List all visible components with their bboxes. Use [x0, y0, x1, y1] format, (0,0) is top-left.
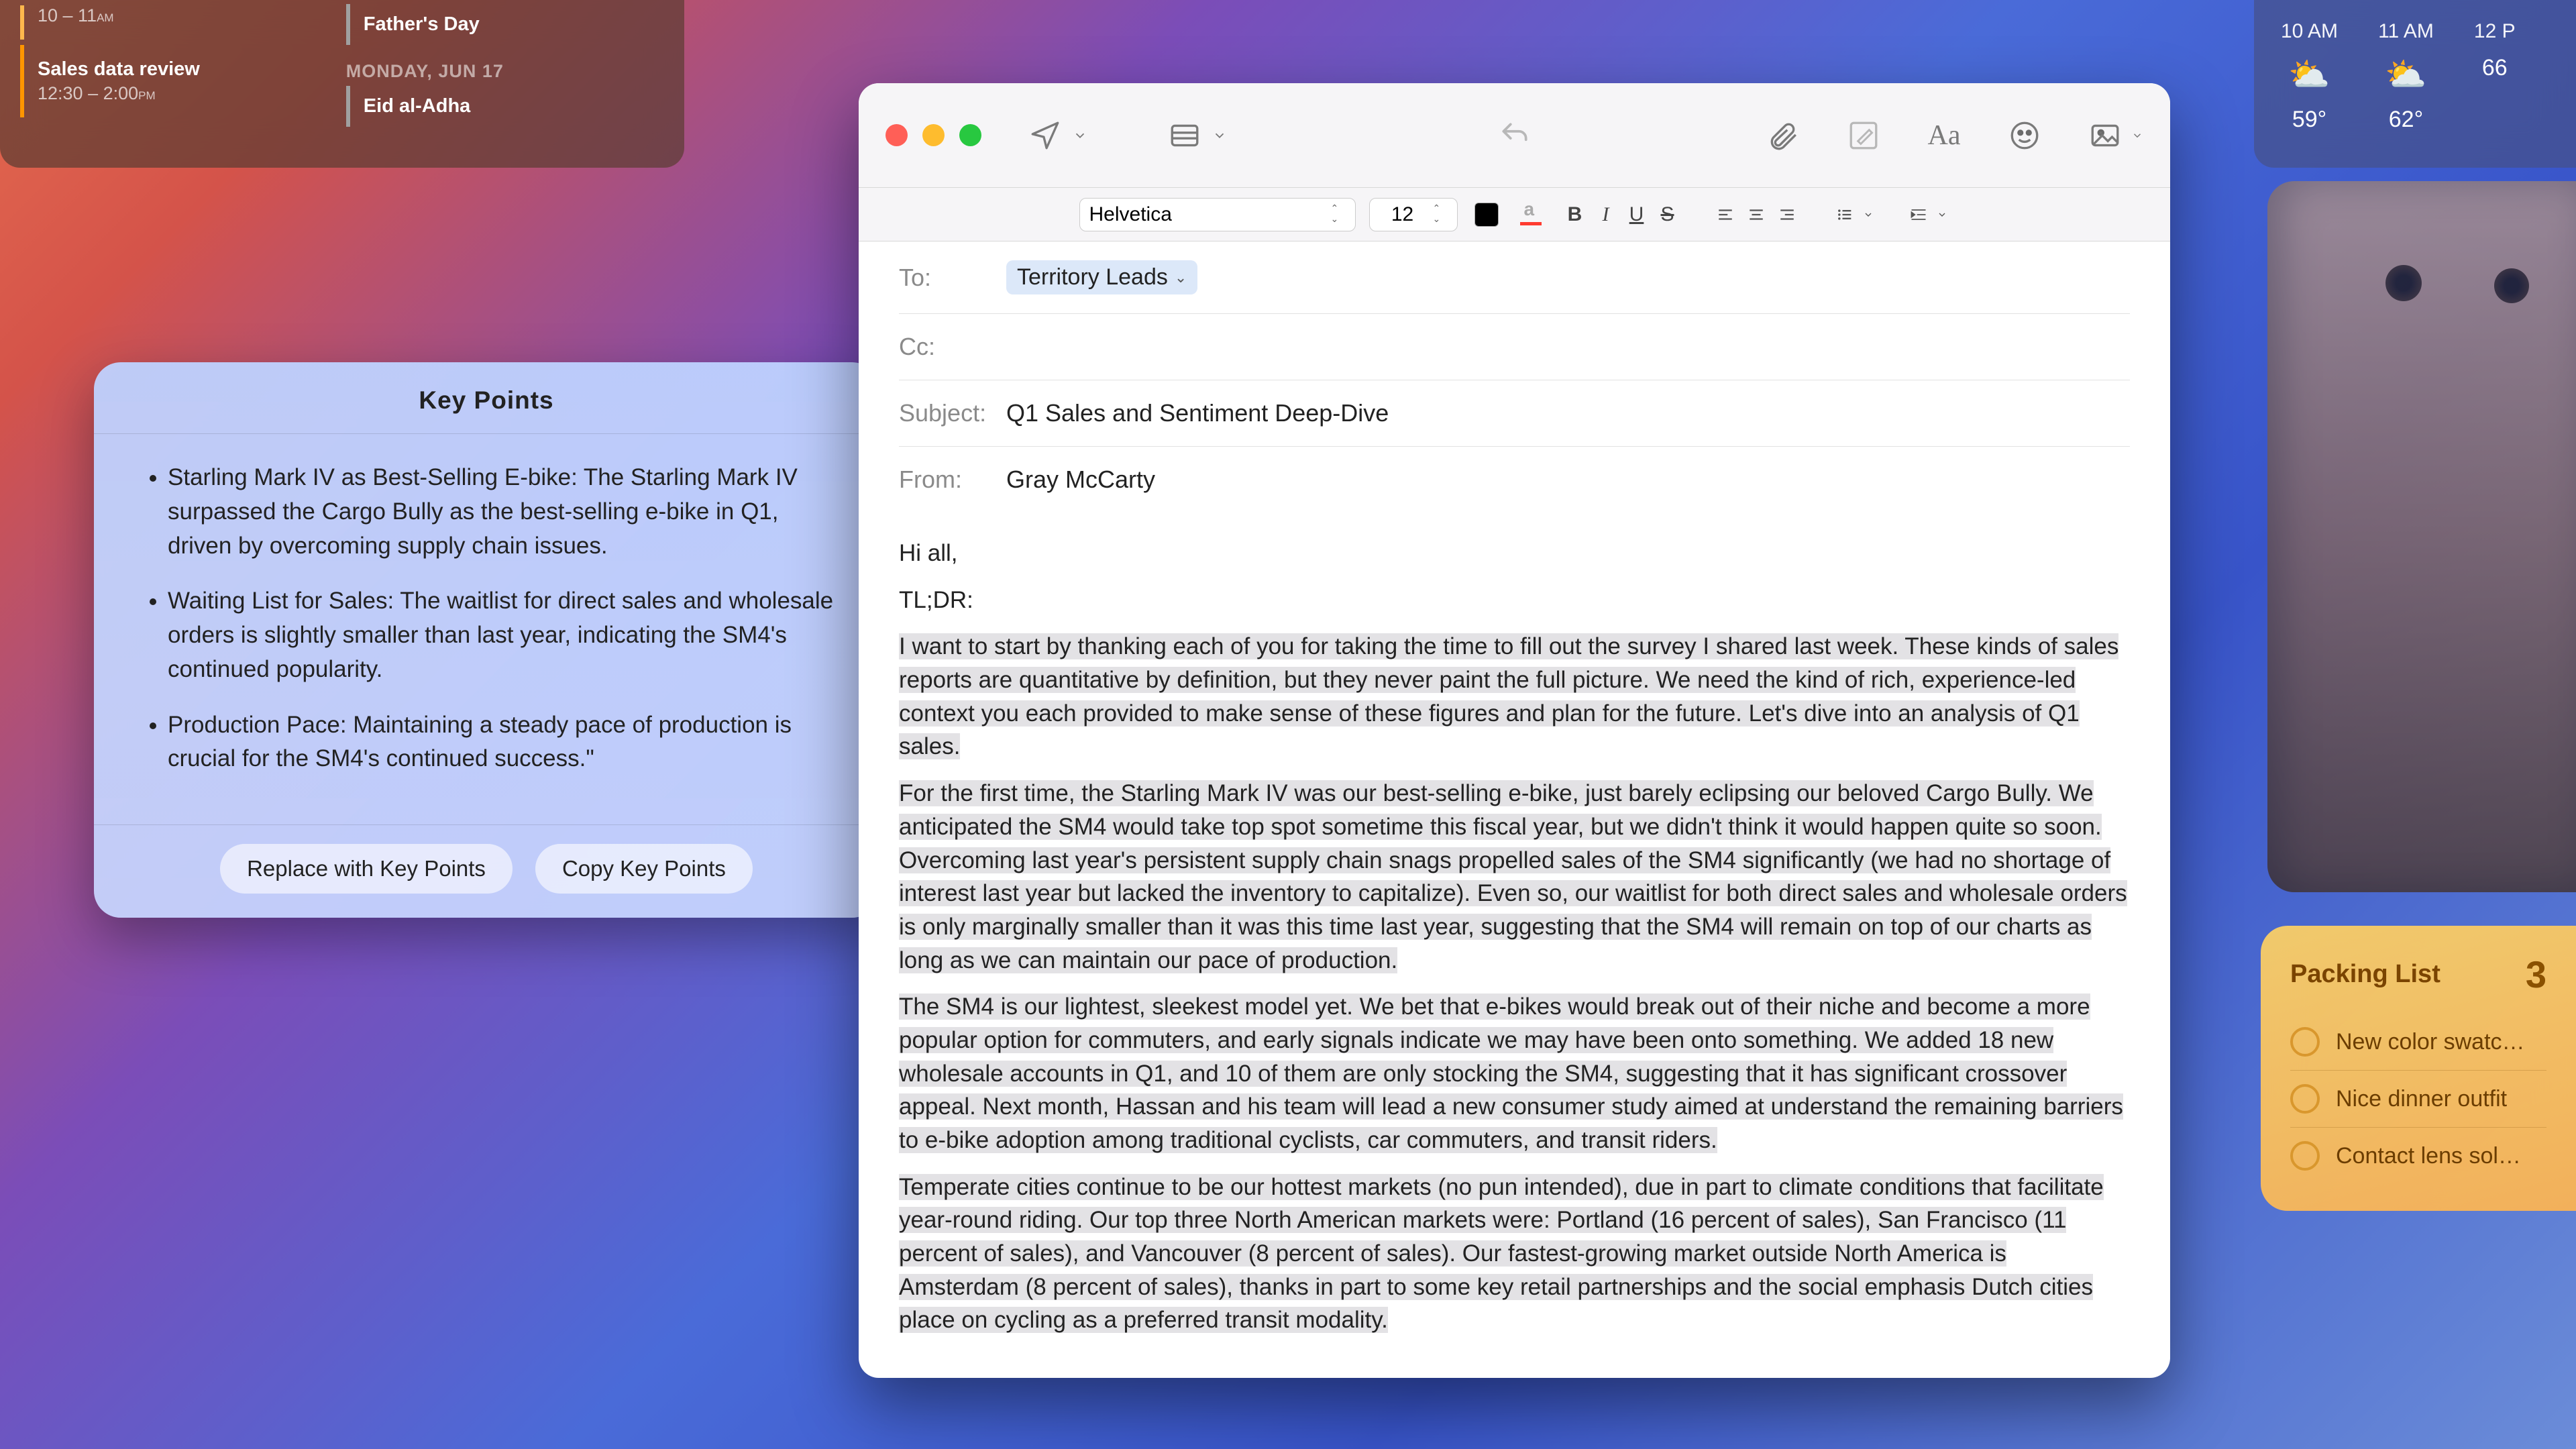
popup-title: Key Points [94, 362, 879, 434]
holiday-item[interactable]: Father's Day [346, 4, 664, 45]
checkbox-circle[interactable] [2290, 1084, 2320, 1114]
body-paragraph: For the first time, the Starling Mark IV… [899, 780, 2127, 973]
window-toolbar: Aa [859, 83, 2170, 188]
key-point-item: Production Pace: Maintaining a steady pa… [168, 708, 839, 777]
calendar-event[interactable]: Sales data review 12:30 – 2:00PM [20, 45, 329, 117]
insert-photo-dropdown[interactable] [2126, 119, 2143, 152]
weather-hour: 12 P 66 [2474, 20, 2516, 148]
checkbox-circle[interactable] [2290, 1141, 2320, 1171]
align-center-button[interactable] [1741, 199, 1772, 230]
insert-photo-icon[interactable] [2088, 119, 2122, 152]
calendar-widget[interactable]: 10 – 11AM Sales data review 12:30 – 2:00… [0, 0, 684, 168]
reminder-text: New color swatc… [2336, 1029, 2525, 1055]
font-select[interactable]: Helvetica ⌃⌄ [1079, 198, 1356, 231]
bold-button[interactable]: B [1560, 199, 1591, 230]
text-style-color-button[interactable]: a [1515, 199, 1546, 230]
cc-label: Cc: [899, 333, 1006, 361]
from-value[interactable]: Gray McCarty [1006, 466, 2130, 494]
chevron-down-icon[interactable]: ⌄ [1175, 269, 1187, 286]
weather-widget[interactable]: 10 AM ⛅ 59° 11 AM ⛅ 62° 12 P 66 [2254, 0, 2576, 168]
header-fields-dropdown[interactable] [1207, 119, 1227, 152]
body-paragraph: Temperate cities continue to be our hott… [899, 1174, 2104, 1334]
weather-hour: 11 AM ⛅ 62° [2378, 20, 2434, 148]
emoji-icon[interactable] [2008, 119, 2041, 152]
markup-icon[interactable] [1847, 119, 1880, 152]
font-size-select[interactable]: 12 ⌃⌄ [1369, 198, 1458, 231]
cc-field-row[interactable]: Cc: [899, 314, 2130, 380]
key-point-item: Starling Mark IV as Best-Selling E-bike:… [168, 461, 839, 563]
italic-button[interactable]: I [1591, 199, 1621, 230]
date-label: MONDAY, JUN 17 [346, 61, 664, 82]
align-right-button[interactable] [1772, 199, 1803, 230]
event-time: 10 – 11AM [38, 5, 329, 26]
text-color-button[interactable] [1471, 199, 1502, 230]
format-text-icon[interactable]: Aa [1927, 119, 1961, 152]
chevron-down-icon[interactable]: ⌄ [1433, 215, 1448, 225]
weather-time: 10 AM [2281, 20, 2338, 43]
reminders-widget[interactable]: Packing List 3 New color swatc… Nice din… [2261, 926, 2576, 1211]
key-point-item: Waiting List for Sales: The waitlist for… [168, 584, 839, 686]
reminder-item[interactable]: New color swatc… [2290, 1014, 2546, 1070]
holiday-item[interactable]: Eid al-Adha [346, 86, 664, 127]
to-field-row[interactable]: To: Territory Leads ⌄ [899, 241, 2130, 314]
list-button[interactable] [1829, 199, 1860, 230]
strikethrough-button[interactable]: S [1652, 199, 1683, 230]
from-field-row[interactable]: From: Gray McCarty [899, 447, 2130, 513]
header-fields-icon[interactable] [1168, 119, 1201, 152]
to-label: To: [899, 264, 1006, 292]
wallpaper-photo-peek [2267, 181, 2576, 892]
minimize-window-button[interactable] [922, 124, 945, 146]
calendar-event[interactable]: 10 – 11AM [20, 5, 329, 40]
weather-hour: 10 AM ⛅ 59° [2281, 20, 2338, 148]
send-icon[interactable] [1028, 119, 1062, 152]
mail-body-editor[interactable]: Hi all, TL;DR: I want to start by thanki… [859, 513, 2170, 1378]
reminder-text: Nice dinner outfit [2336, 1086, 2507, 1112]
event-time: 12:30 – 2:00PM [38, 83, 329, 104]
subject-input[interactable]: Q1 Sales and Sentiment Deep-Dive [1006, 399, 2130, 427]
send-options-dropdown[interactable] [1067, 119, 1087, 152]
recipient-pill[interactable]: Territory Leads ⌄ [1006, 260, 1197, 294]
reminder-text: Contact lens sol… [2336, 1143, 2521, 1169]
weather-temp: 66 [2474, 55, 2516, 81]
body-tldr: TL;DR: [899, 584, 2130, 617]
weather-time: 12 P [2474, 20, 2516, 43]
key-points-list: Starling Mark IV as Best-Selling E-bike:… [94, 434, 879, 824]
underline-button[interactable]: U [1621, 199, 1652, 230]
mail-header-fields: To: Territory Leads ⌄ Cc: Subject: Q1 Sa… [859, 241, 2170, 513]
from-label: From: [899, 466, 1006, 494]
undo-icon[interactable] [1498, 119, 1532, 152]
body-paragraph: I want to start by thanking each of you … [899, 633, 2118, 759]
body-greeting: Hi all, [899, 537, 2130, 570]
subject-field-row[interactable]: Subject: Q1 Sales and Sentiment Deep-Div… [899, 380, 2130, 447]
chevron-down-icon[interactable]: ⌄ [1331, 215, 1346, 225]
close-window-button[interactable] [885, 124, 908, 146]
key-points-popup: Key Points Starling Mark IV as Best-Sell… [94, 362, 879, 918]
replace-with-key-points-button[interactable]: Replace with Key Points [220, 844, 513, 894]
mail-compose-window: Aa Helvetica ⌃⌄ 12 ⌃⌄ a [859, 83, 2170, 1378]
weather-temp: 62° [2378, 107, 2434, 133]
body-paragraph: The SM4 is our lightest, sleekest model … [899, 994, 2123, 1153]
event-title: Sales data review [38, 58, 329, 80]
format-toolbar: Helvetica ⌃⌄ 12 ⌃⌄ a B I U S [859, 188, 2170, 241]
list-dropdown[interactable] [1860, 199, 1876, 230]
indent-dropdown[interactable] [1934, 199, 1950, 230]
attach-icon[interactable] [1766, 119, 1800, 152]
reminders-title: Packing List [2290, 960, 2440, 989]
reminder-item[interactable]: Contact lens sol… [2290, 1127, 2546, 1184]
reminders-count: 3 [2526, 953, 2546, 996]
reminder-item[interactable]: Nice dinner outfit [2290, 1070, 2546, 1127]
partly-cloudy-icon: ⛅ [2281, 55, 2338, 95]
checkbox-circle[interactable] [2290, 1027, 2320, 1057]
subject-label: Subject: [899, 399, 1006, 427]
partly-cloudy-icon: ⛅ [2378, 55, 2434, 95]
copy-key-points-button[interactable]: Copy Key Points [535, 844, 753, 894]
weather-temp: 59° [2281, 107, 2338, 133]
weather-time: 11 AM [2378, 20, 2434, 43]
zoom-window-button[interactable] [959, 124, 981, 146]
align-left-button[interactable] [1710, 199, 1741, 230]
indent-button[interactable] [1903, 199, 1934, 230]
